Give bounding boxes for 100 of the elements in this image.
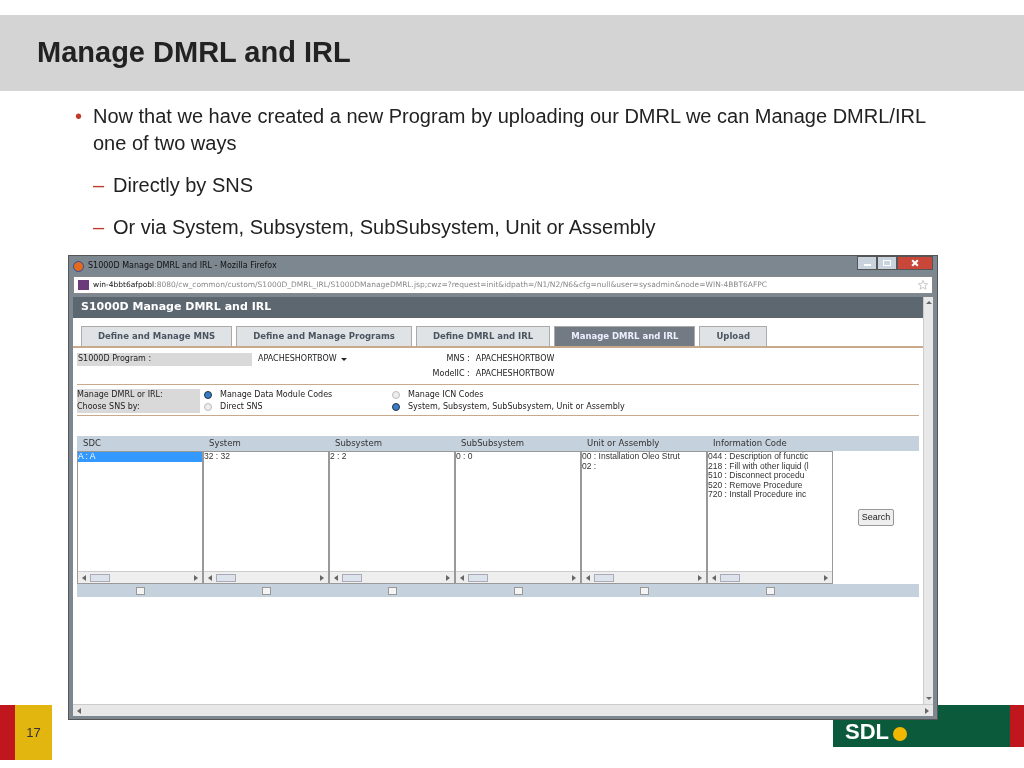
site-icon [78,280,89,290]
left-arrow-icon[interactable] [82,574,86,581]
tab[interactable]: Define and Manage MNS [81,326,233,346]
page-horizontal-scrollbar[interactable] [73,704,933,716]
field-label: S1000D Program : [77,352,252,366]
column-heading: Subsystem [334,437,383,450]
tab[interactable]: Define and Manage Programs [236,326,412,346]
list-item[interactable]: 218 : Fill with other liquid (l [708,461,832,471]
column-heading: Information Code [712,437,788,450]
bullet-marker: – [93,173,106,198]
scroll-thumb[interactable] [342,573,362,582]
horizontal-scrollbar[interactable] [204,571,328,583]
list-item[interactable]: 044 : Description of functic [708,452,832,462]
scroll-thumb[interactable] [720,573,740,582]
list-item[interactable]: 520 : Remove Procedure [708,480,832,490]
search-button[interactable]: Search [857,508,895,527]
column-heading: Unit or Assembly [586,437,661,450]
checkbox[interactable] [513,586,523,595]
down-arrow-icon[interactable] [925,697,932,700]
right-arrow-icon[interactable] [446,574,450,581]
radio-button[interactable] [204,403,212,411]
horizontal-scrollbar[interactable] [330,571,454,583]
field-label: MNS : [446,353,470,365]
firefox-icon [73,260,84,272]
maximize-button[interactable] [877,256,897,270]
right-arrow-icon[interactable] [925,707,929,714]
checkbox[interactable] [765,586,775,595]
list-item[interactable]: 02 : [582,461,706,471]
radio-label: Direct SNS [220,401,263,413]
bookmark-star-icon[interactable] [918,280,928,290]
radio-button[interactable] [392,391,400,399]
list-box[interactable]: 2 : 2 [329,451,455,584]
right-arrow-icon[interactable] [698,574,702,581]
list-box[interactable]: 00 : Installation Oleo Strut 02 : [581,451,707,584]
scroll-thumb[interactable] [594,573,614,582]
left-arrow-icon[interactable] [77,707,81,714]
radio-label: Manage Data Module Codes [220,389,333,401]
tab[interactable]: Upload [699,326,767,346]
horizontal-scrollbar[interactable] [582,571,706,583]
list-box[interactable]: 044 : Description of functic 218 : Fill with other liquid (l 510 : Disconnect procedu 520 : Remove Procedure 720 : Install Procedure inc [707,451,833,584]
left-arrow-icon[interactable] [334,574,338,581]
radio-button[interactable] [392,403,400,411]
field-label: ModelIC : [432,368,470,380]
window-title: S1000D Manage DMRL and IRL - Mozilla Firefox [88,260,277,272]
slide-title: Manage DMRL and IRL [37,35,351,71]
column-heading: SubSubsystem [460,437,526,450]
right-arrow-icon[interactable] [320,574,324,581]
horizontal-scrollbar[interactable] [456,571,580,583]
left-arrow-icon[interactable] [460,574,464,581]
tab[interactable]: Define DMRL and IRL [415,326,551,346]
program-dropdown[interactable]: APACHESHORTBOW [258,353,347,365]
footer-stripe [1010,705,1024,747]
horizontal-scrollbar[interactable] [78,571,202,583]
up-arrow-icon[interactable] [925,301,932,304]
option-label: Manage DMRL or IRL: [77,389,200,401]
bullet-marker: • [75,104,83,129]
list-item[interactable]: 32 : 32 [204,452,328,462]
checkbox[interactable] [261,586,271,595]
list-item[interactable]: 720 : Install Procedure inc [708,490,832,500]
right-arrow-icon[interactable] [194,574,198,581]
tab[interactable]: Manage DMRL and IRL [554,326,696,346]
bullet-marker: – [93,215,106,240]
left-arrow-icon[interactable] [586,574,590,581]
list-box[interactable]: 32 : 32 [203,451,329,584]
vertical-scrollbar[interactable] [923,297,933,704]
field-value: APACHESHORTBOW [475,368,556,380]
minimize-button[interactable] [857,256,877,270]
bullet-text: Directly by SNS [113,173,254,198]
right-arrow-icon[interactable] [824,574,828,581]
right-arrow-icon[interactable] [572,574,576,581]
list-item[interactable]: 2 : 2 [330,452,454,462]
scroll-thumb[interactable] [468,573,488,582]
column-heading: System [208,437,242,450]
bullet-text: Now that we have created a new Program by uploading our DMRL we can Manage DMRL/IRL one of two ways [93,104,927,156]
field-value: APACHESHORTBOW [475,353,556,365]
logo: SDL [845,721,889,743]
radio-label: System, Subsystem, SubSubsystem, Unit or Assembly [408,401,625,413]
checkbox[interactable] [135,586,145,595]
left-arrow-icon[interactable] [208,574,212,581]
scroll-thumb[interactable] [216,573,236,582]
option-label: Choose SNS by: [77,401,200,413]
checkbox[interactable] [639,586,649,595]
list-box[interactable]: 0 : 0 [455,451,581,584]
bullet-text: Or via System, Subsystem, SubSubsystem, Unit or Assembly [113,215,656,240]
radio-label: Manage ICN Codes [408,389,484,401]
list-item[interactable]: 510 : Disconnect procedu [708,471,832,481]
horizontal-scrollbar[interactable] [708,571,832,583]
left-arrow-icon[interactable] [712,574,716,581]
close-button[interactable] [897,256,933,270]
page-number: 17 [26,723,41,742]
list-item[interactable]: 00 : Installation Oleo Strut [582,452,706,462]
scroll-thumb[interactable] [90,573,110,582]
app-title: S1000D Manage DMRL and IRL [81,299,272,316]
checkbox[interactable] [387,586,397,595]
close-icon[interactable] [911,259,919,267]
caret-icon [340,357,347,361]
list-item[interactable]: 0 : 0 [456,452,580,462]
footer-stripe [0,705,15,760]
radio-button[interactable] [204,391,212,399]
column-heading: SDC [82,437,102,450]
